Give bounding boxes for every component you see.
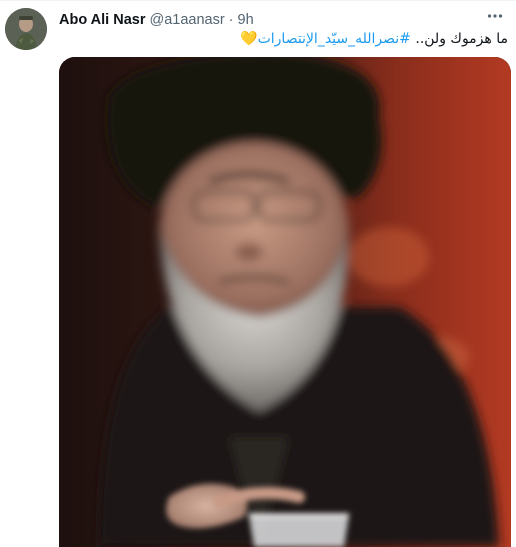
tweet-text: ما هزموك ولن.. #نصرالله_سيّد_الإنتصارات💛: [238, 30, 508, 48]
photo-image: [59, 57, 511, 547]
avatar-image: [5, 8, 47, 50]
tweet-card[interactable]: Abo Ali Nasr @a1aanasr · 9h ما هزموك ولن…: [0, 0, 516, 547]
display-name[interactable]: Abo Ali Nasr: [59, 12, 145, 28]
more-options-button[interactable]: [484, 5, 506, 27]
separator-dot: ·: [228, 12, 234, 28]
tweet-text-plain: ما هزموك ولن..: [410, 31, 508, 47]
hashtag-link[interactable]: #نصرالله_سيّد_الإنتصارات: [258, 31, 411, 47]
yellow-heart-icon: 💛: [240, 31, 258, 47]
avatar[interactable]: [5, 8, 47, 50]
more-horizontal-icon: [487, 14, 503, 18]
user-handle[interactable]: @a1aanasr: [149, 12, 224, 28]
tweet-photo[interactable]: [59, 57, 511, 547]
tweet-header: Abo Ali Nasr @a1aanasr · 9h: [59, 11, 254, 29]
timestamp[interactable]: 9h: [238, 12, 254, 28]
